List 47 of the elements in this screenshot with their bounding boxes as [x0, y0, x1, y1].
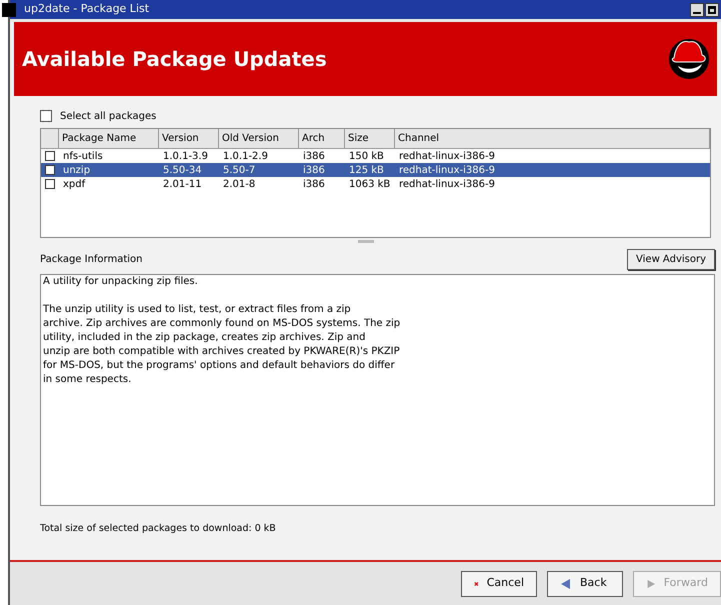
table-cell-text: 5.50-7 — [222, 164, 256, 178]
header-title: Available Package Updates — [22, 46, 327, 73]
table-cell-text: 125 kB — [348, 164, 385, 178]
paragraph: A utility for unpacking zip files. — [43, 275, 199, 289]
package-row[interactable]: unzip 5.50-34 5.50-7 i386 125 kB redhat-linux-i386-9 — [41, 163, 710, 177]
back-button[interactable]: Back — [547, 570, 623, 596]
table-cell-text: i386 — [302, 178, 326, 192]
table-cell-text: 1.0.1-2.9 — [222, 150, 269, 164]
view-advisory-button[interactable]: View Advisory — [627, 249, 715, 270]
total-size-text: Total size of selected packages to download: 0 kB — [40, 522, 277, 536]
right-arrow-icon — [646, 578, 656, 590]
column-header[interactable]: Old Version — [219, 129, 299, 149]
checkbox[interactable] — [45, 179, 55, 189]
minimize-button[interactable] — [690, 2, 704, 16]
table-cell-text: 150 kB — [348, 150, 385, 164]
table-cell-text: unzip — [62, 164, 92, 178]
table-cell-text: 5.50-34 — [162, 164, 203, 178]
left-arrow-icon — [560, 578, 572, 590]
table-cell-text: 2.01-11 — [162, 178, 203, 192]
column-header[interactable]: Size — [345, 129, 395, 149]
table-cell-text: redhat-linux-i386-9 — [398, 150, 496, 164]
section-label: Package Information — [40, 253, 143, 267]
table-cell-text: nfs-utils — [62, 150, 104, 164]
table-cell-text: 1.0.1-3.9 — [162, 150, 209, 164]
table-cell-text: redhat-linux-i386-9 — [398, 178, 496, 192]
column-header[interactable]: Version — [159, 129, 219, 149]
checkbox-label: Select all packages — [60, 110, 156, 124]
cancel-button[interactable]: Cancel — [461, 570, 537, 596]
table-cell-text: 2.01-8 — [222, 178, 256, 192]
hat-logo-icon — [669, 36, 709, 82]
package-row[interactable]: nfs-utils 1.0.1-3.9 1.0.1-2.9 i386 150 kB redhat-linux-i386-9 — [41, 149, 710, 163]
window-title: up2date - Package List — [24, 1, 150, 18]
table-cell-text: redhat-linux-i386-9 — [398, 164, 496, 178]
splitter-handle[interactable] — [358, 240, 374, 243]
paragraph: The unzip utility is used to list, test, or extract files from a zip archive. Zip archives are commonly found on MS-DOS systems. The zip utility, included in the zip package, creates zip archives. Zip and unzip are both compatible with archives created by PKWARE(R)'s PKZIP for MS-DOS, but the programs' options and default behaviors do differ in some respects. — [43, 303, 402, 387]
column-header[interactable]: Package Name — [59, 129, 159, 149]
checkbox[interactable] — [45, 165, 55, 175]
table-cell-text: i386 — [302, 164, 326, 178]
table-cell-text: xpdf — [62, 178, 86, 192]
checkbox[interactable] — [45, 151, 55, 161]
table-cell-text: i386 — [302, 150, 326, 164]
package-row[interactable]: xpdf 2.01-11 2.01-8 i386 1063 kB redhat-linux-i386-9 — [41, 177, 710, 191]
column-header[interactable]: Channel — [395, 129, 710, 149]
checkbox[interactable] — [40, 110, 52, 122]
maximize-button[interactable] — [705, 2, 719, 16]
table-cell-text: 1063 kB — [348, 178, 392, 192]
column-header[interactable]: Arch — [299, 129, 345, 149]
